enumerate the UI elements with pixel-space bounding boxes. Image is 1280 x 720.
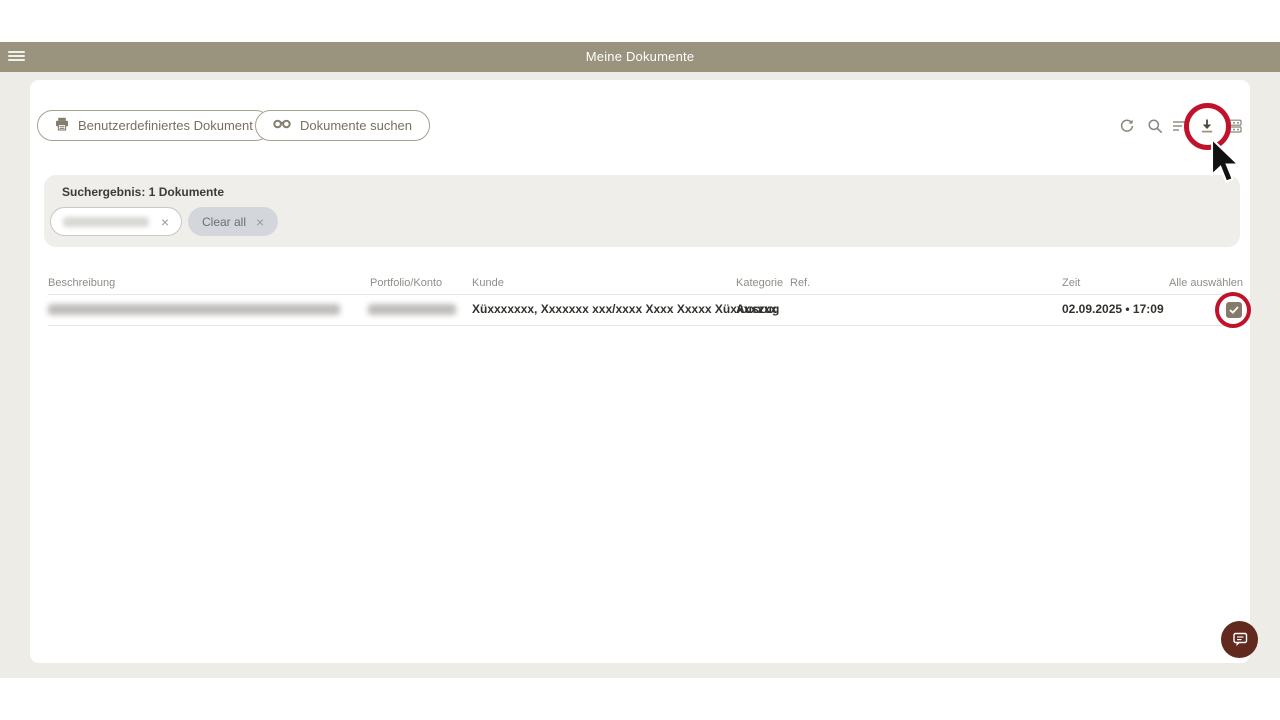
filter-chip[interactable]: ×: [50, 207, 182, 236]
zeit-cell: 02.09.2025 • 17:09: [1062, 302, 1164, 316]
clear-all-chip[interactable]: Clear all ×: [188, 207, 278, 236]
column-header-beschreibung: Beschreibung: [48, 277, 115, 289]
column-header-select-all[interactable]: Alle auswählen: [1169, 277, 1243, 289]
custom-document-label: Benutzerdefiniertes Dokument: [78, 118, 253, 133]
clear-all-label: Clear all: [202, 215, 246, 229]
custom-document-button[interactable]: Benutzerdefiniertes Dokument: [37, 110, 271, 141]
binoculars-icon: [273, 118, 291, 133]
column-header-ref: Ref.: [790, 277, 810, 289]
table-view-icon[interactable]: [1226, 118, 1242, 134]
column-header-kunde: Kunde: [472, 277, 504, 289]
documents-card: [30, 80, 1250, 663]
redacted-beschreibung-cell: [48, 304, 340, 315]
search-result-panel: Suchergebnis: 1 Dokumente × Clear all ×: [44, 175, 1240, 247]
row-checkbox[interactable]: [1226, 302, 1242, 318]
printer-icon: [55, 117, 69, 134]
redacted-filter-text: [63, 217, 149, 227]
search-result-summary: Suchergebnis: 1 Dokumente: [62, 185, 224, 199]
search-documents-label: Dokumente suchen: [300, 118, 412, 133]
screen: Meine Dokumente Benutzerdefiniertes Doku…: [0, 0, 1280, 720]
search-icon[interactable]: [1147, 118, 1163, 134]
clear-all-remove-icon[interactable]: ×: [256, 215, 264, 229]
refresh-icon[interactable]: [1119, 118, 1135, 134]
app-bar: Meine Dokumente: [0, 42, 1280, 72]
search-documents-button[interactable]: Dokumente suchen: [255, 110, 430, 141]
page-title: Meine Dokumente: [0, 42, 1280, 72]
filter-icon[interactable]: [1172, 120, 1188, 136]
column-header-portfolio-konto: Portfolio/Konto: [370, 277, 442, 289]
table-row-divider: [48, 325, 1242, 326]
chat-button[interactable]: [1221, 621, 1258, 658]
table-header-divider: [48, 294, 1242, 295]
column-header-kategorie: Kategorie: [736, 277, 783, 289]
remove-filter-icon[interactable]: ×: [161, 215, 169, 229]
kategorie-cell: Auszug: [736, 302, 779, 316]
checkmark-icon: [1229, 306, 1239, 314]
column-header-zeit: Zeit: [1062, 277, 1080, 289]
redacted-portfolio-konto-cell: [368, 304, 456, 315]
kunde-cell: Xüxxxxxxx, Xxxxxxx xxx/xxxx Xxxx Xxxxx X…: [472, 302, 777, 316]
chat-bubble-icon: [1231, 631, 1249, 648]
download-icon[interactable]: [1199, 118, 1215, 134]
